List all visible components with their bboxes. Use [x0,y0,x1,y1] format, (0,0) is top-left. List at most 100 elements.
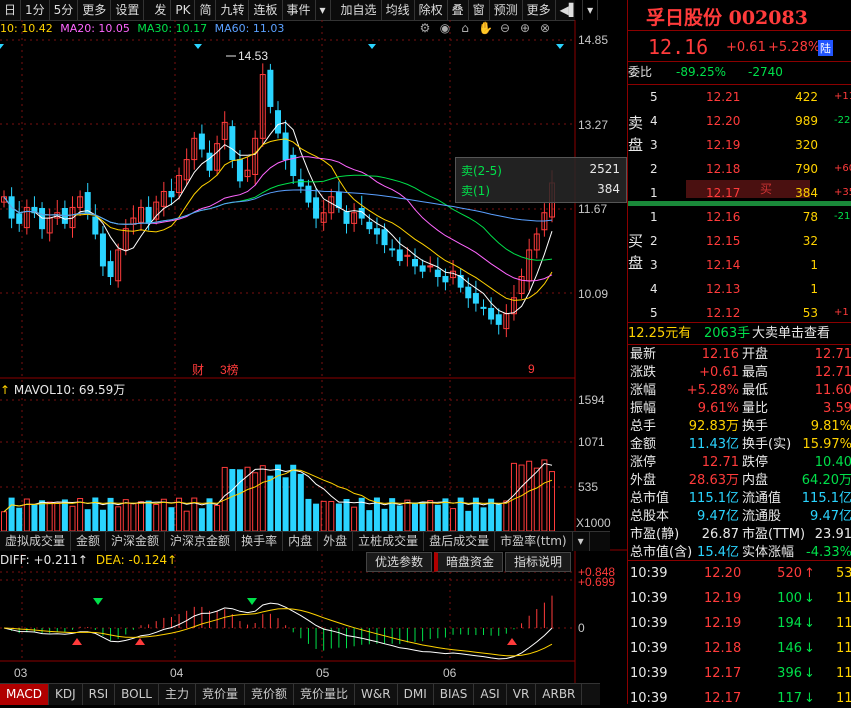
tick-price: 12.17 [704,691,742,706]
indicator-tab[interactable]: RSI [83,684,116,705]
indicator-help-button[interactable]: 指标说明 [505,552,572,572]
candle-body [480,306,487,309]
month-label: 06 [443,666,457,680]
candle-body [366,221,373,230]
tick-time: 10:39 [630,566,668,581]
tick-extra: 11 [836,666,851,681]
big-order-row[interactable]: 12.25元有 2063手 大卖单击查看 [628,325,851,343]
stock-chart-canvas[interactable]: 14.8513.2711.6710.0915941071535X1000+0.8… [0,0,627,704]
order-price: 12.17 [706,186,741,200]
volume-tab[interactable]: 虚拟成交量 [0,532,72,551]
big-order-qty: 2063手 [704,326,751,341]
indicator-tab[interactable]: BIAS [434,684,475,705]
stat-value: 3.59 [823,401,851,416]
buy-order-row[interactable]: 3 12.14 1 [628,256,851,274]
stat-value: +5.28% [686,383,739,398]
volume-bar [176,497,183,532]
stat-label: 市盈(TTM) [742,527,806,542]
indicator-tab[interactable]: BOLL [115,684,159,705]
buy-signal-arrow-icon [135,638,145,645]
sell-order-row[interactable]: 2 12.18 790 +603 [628,160,851,178]
stat-label: 换手(实) [742,437,792,452]
sell-order-row[interactable]: 1 12.17 384 +355 [628,184,851,202]
indicator-tab[interactable]: KDJ [49,684,83,705]
volume-bar [46,501,53,532]
tick-time: 10:39 [630,591,668,606]
volume-tab[interactable]: 市盈率(ttm) [495,532,573,551]
indicator-tab[interactable]: VR [507,684,537,705]
order-volume: 1 [810,258,818,272]
stat-row: 涨跌 +0.61 最高 12.71 [628,364,851,382]
dark-pool-button[interactable]: 暗盘资金 [434,552,504,572]
volume-bar [450,508,457,532]
indicator-tab[interactable]: ARBR [536,684,583,705]
stat-label: 振幅 [630,401,657,416]
indicator-tab[interactable]: W&R [355,684,398,705]
volume-bar [115,506,122,532]
volume-bar [236,469,243,532]
order-price: 12.12 [706,306,741,320]
sell-order-row[interactable]: 4 12.20 989 -22 [628,112,851,130]
weibi-label: 委比 [628,65,653,79]
order-volume: 53 [802,306,818,320]
tick-extra: 11 [836,616,851,631]
indicator-tab[interactable]: DMI [398,684,434,705]
low-marker-label: 9 [528,362,535,376]
event-label: 财 [192,363,204,377]
volume-tab[interactable]: 内盘 [283,532,319,551]
candle-body [99,233,106,267]
month-label: 04 [170,666,184,680]
volume-tab[interactable]: 沪深金额 [106,532,166,551]
order-volume: 790 [795,162,818,176]
sell-order-row[interactable]: 3 12.19 320 [628,136,851,154]
indicator-tab[interactable]: 竞价额 [245,684,295,705]
volume-tab[interactable]: 外盘 [318,532,354,551]
big-order-link[interactable]: 大卖单击查看 [752,325,830,343]
candle-body [275,110,281,134]
candle-body [488,307,495,320]
order-volume: 989 [795,114,818,128]
stat-value: +0.61 [699,365,739,380]
sell-order-row[interactable]: 5 12.21 422 +11 [628,88,851,106]
volume-tab[interactable]: 盘后成交量 [424,532,496,551]
optimal-params-button[interactable]: 优选参数 [366,552,433,572]
volume-bar [533,467,540,532]
order-change: +1 [834,307,849,318]
dea-label: DEA: -0.124↑ [95,553,178,567]
buy-order-row[interactable]: 2 12.15 32 [628,232,851,250]
indicator-tab[interactable]: ASI [474,684,507,705]
volume-tab[interactable]: ▾ [573,532,590,551]
indicator-tab[interactable]: 主力 [159,684,196,705]
volume-tab[interactable]: 换手率 [236,532,284,551]
stat-row: 总手 92.83万 换手 9.81% [628,418,851,436]
buy-order-row[interactable]: 4 12.13 1 [628,280,851,298]
volume-bar [282,477,289,532]
indicator-tab[interactable]: 竞价量 [196,684,246,705]
candle-body [434,269,441,278]
volume-bar [99,509,106,532]
buy-order-row[interactable]: 1 12.16 78 -21 [628,208,851,226]
volume-bar [229,469,236,532]
macd-axis-label: +0.699 [578,575,615,589]
tooltip-sell-range-label: 卖(2-5) [461,164,502,178]
indicator-tab[interactable]: MACD [0,684,49,705]
tick-time: 10:39 [630,666,668,681]
stat-row: 最新 12.16 开盘 12.71 [628,346,851,364]
volume-bar [335,503,342,532]
stat-label: 开盘 [742,347,769,362]
current-price: 12.16 [648,35,709,59]
candle-body [92,216,99,235]
stat-row: 振幅 9.61% 量比 3.59 [628,400,851,418]
candle-body [419,265,426,272]
volume-tab[interactable]: 金额 [71,532,107,551]
buy-order-row[interactable]: 5 12.12 53 +1 [628,304,851,322]
volume-tab[interactable]: 立桩成交量 [353,532,425,551]
tick-extra: 11 [836,691,851,706]
buy-signal-arrow-icon [72,638,82,645]
volume-tab[interactable]: 沪深京金额 [165,532,237,551]
volume-bar [404,499,411,532]
stat-value: 9.61% [697,401,739,416]
candle-body [381,229,388,246]
weibi-diff: -2740 [748,65,783,79]
indicator-tab[interactable]: 竞价量比 [294,684,356,705]
